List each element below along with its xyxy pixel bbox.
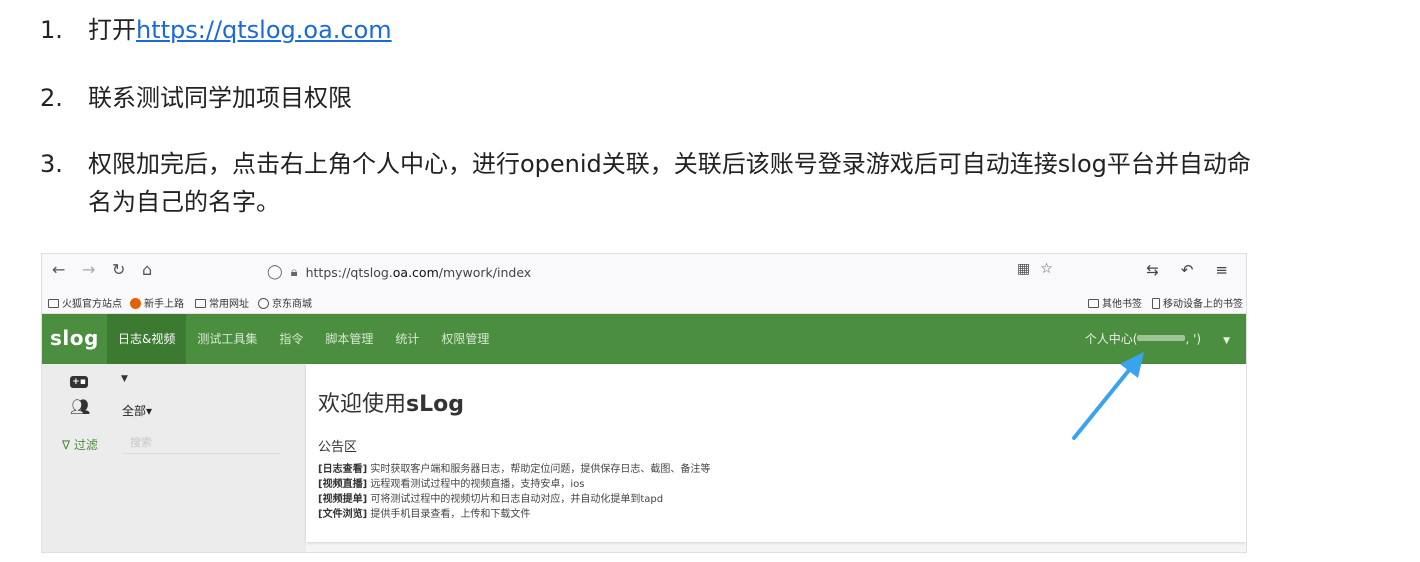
- announcement-list: [日志查看] 实时获取客户端和服务器日志，帮助定位问题，提供保存日志、截图、备注…: [318, 462, 710, 522]
- extension-icon[interactable]: ⇆: [1146, 261, 1159, 279]
- bookmark-item[interactable]: 新手上路: [130, 295, 184, 310]
- home-icon[interactable]: ⌂: [142, 260, 152, 279]
- url-bar[interactable]: ◯ 🔒︎ https://qtslog.oa.com/mywork/index: [267, 260, 1057, 284]
- sidebar: +▪ ▼ 👥︎ 全部▾ ∇ 过滤 搜索: [42, 364, 306, 552]
- browser-toolbar: ← → ↻ ⌂ ◯ 🔒︎ https://qtslog.oa.com/mywor…: [42, 254, 1246, 290]
- bookmark-item[interactable]: 京东商城: [258, 295, 312, 310]
- bookmark-item[interactable]: 移动设备上的书签: [1152, 295, 1243, 310]
- step-number: 3.: [40, 150, 63, 178]
- shield-icon: ◯: [267, 264, 283, 280]
- url-text: https://qtslog.oa.com/mywork/index: [305, 264, 532, 280]
- browser-screenshot: ← → ↻ ⌂ ◯ 🔒︎ https://qtslog.oa.com/mywor…: [41, 253, 1247, 553]
- step-number: 2.: [40, 84, 63, 112]
- search-input[interactable]: 搜索: [122, 432, 280, 454]
- url-actions: ▦ ☆: [1007, 261, 1053, 277]
- globe-icon: [258, 298, 269, 309]
- menu-item-commands[interactable]: 指令: [268, 314, 314, 364]
- mobile-icon: [1152, 298, 1160, 309]
- welcome-title: 欢迎使用sLog: [318, 392, 464, 417]
- bookmark-item[interactable]: 火狐官方站点: [48, 295, 122, 310]
- folder-icon: [48, 299, 59, 308]
- menu-item-scripts[interactable]: 脚本管理: [314, 314, 384, 364]
- announcement-line: [文件浏览] 提供手机目录查看，上传和下载文件: [318, 509, 531, 520]
- all-users-select[interactable]: 全部▾: [122, 402, 152, 419]
- step-number: 1.: [40, 16, 63, 44]
- step-text: 权限加完后，点击右上角个人中心，进行openid关联，关联后该账号登录游戏后可自…: [88, 150, 1251, 216]
- menu-item-test-tools[interactable]: 测试工具集: [186, 314, 268, 364]
- forward-icon[interactable]: →: [82, 260, 95, 279]
- announcement-line: [日志查看] 实时获取客户端和服务器日志，帮助定位问题，提供保存日志、截图、备注…: [318, 464, 711, 475]
- bookmark-item[interactable]: 常用网址: [195, 295, 249, 310]
- step-text: 联系测试同学加项目权限: [88, 84, 352, 112]
- announcement-line: [视频提单] 可将测试过程中的视频切片和日志自动对应，并自动化提单到tapd: [318, 494, 664, 505]
- chevron-down-icon: ▼: [1223, 336, 1230, 346]
- qtslog-link[interactable]: https://qtslog.oa.com: [136, 16, 392, 44]
- chevron-down-icon[interactable]: ▼: [121, 374, 128, 384]
- back-icon[interactable]: ←: [52, 260, 65, 279]
- folder-icon: [1088, 299, 1099, 308]
- firefox-icon: [130, 298, 141, 309]
- bookmark-item[interactable]: 其他书签: [1088, 295, 1142, 310]
- step-text: 打开: [88, 16, 136, 44]
- reload-icon[interactable]: ↻: [112, 260, 125, 279]
- folder-icon: [195, 299, 206, 308]
- filter-label[interactable]: ∇ 过滤: [62, 436, 98, 453]
- qr-icon[interactable]: ▦: [1017, 261, 1030, 277]
- pointer-arrow-icon: [1072, 352, 1144, 440]
- users-icon: 👥︎: [70, 397, 91, 416]
- redacted-username: [1137, 335, 1186, 341]
- announcement-title: 公告区: [318, 440, 358, 455]
- menu-item-permissions[interactable]: 权限管理: [430, 314, 500, 364]
- menu-item-stats[interactable]: 统计: [384, 314, 430, 364]
- bookmarks-bar: 火狐官方站点 新手上路 常用网址 京东商城 其他书签 移动设备上的书签: [42, 290, 1246, 314]
- lock-icon: 🔒︎: [290, 264, 298, 280]
- menu-item-logs-video[interactable]: 日志&视频: [107, 314, 187, 364]
- undo-icon[interactable]: ↶: [1181, 261, 1194, 279]
- gamepad-icon[interactable]: +▪: [70, 376, 88, 388]
- main-menu: 日志&视频 测试工具集 指令 脚本管理 统计 权限管理: [107, 314, 500, 364]
- menu-icon[interactable]: ≡: [1215, 261, 1228, 279]
- brand-logo[interactable]: slog: [50, 326, 99, 350]
- announcement-line: [视频直播] 远程观看测试过程中的视频直播，支持安卓，ios: [318, 479, 585, 490]
- app-navbar: slog 日志&视频 测试工具集 指令 脚本管理 统计 权限管理 个人中心(, …: [42, 314, 1246, 364]
- star-icon[interactable]: ☆: [1040, 261, 1053, 277]
- toolbar-right-icons: ⇆ ↶ ≡: [1124, 261, 1228, 279]
